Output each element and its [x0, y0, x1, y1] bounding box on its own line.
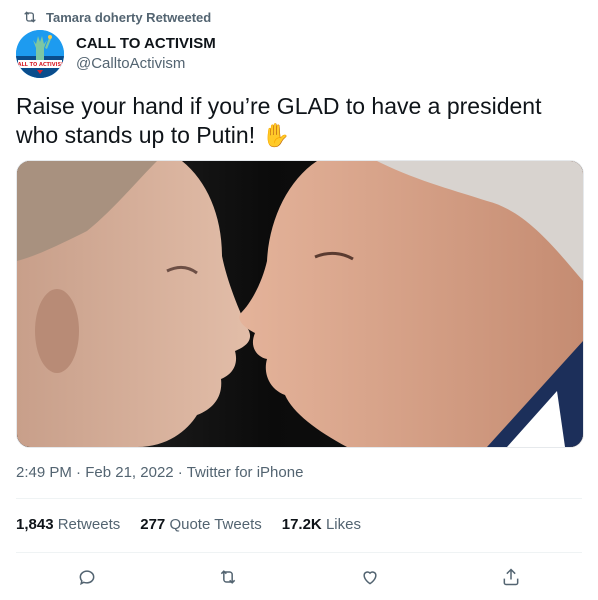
quote-tweets-label: Quote Tweets	[169, 516, 262, 533]
retweets-label: Retweets	[57, 516, 121, 533]
divider	[16, 552, 582, 553]
author-name[interactable]: CALL TO ACTIVISM	[76, 34, 216, 54]
share-icon	[503, 568, 519, 586]
like-icon	[363, 571, 377, 585]
tweet-media-photo[interactable]	[16, 160, 584, 448]
retweet-button[interactable]	[211, 560, 245, 594]
tweet-stats: 1,843 Retweets 277 Quote Tweets 17.2K Li…	[16, 516, 361, 533]
reply-button[interactable]	[70, 560, 104, 594]
author-block[interactable]: CALL TO ACTIVISM @CalltoActivism	[76, 34, 216, 74]
avatar[interactable]: CALL TO ACTIVISM	[16, 30, 64, 78]
like-button[interactable]	[353, 560, 387, 594]
retweet-context-text: Tamara doherty Retweeted	[46, 9, 212, 25]
tweet-source[interactable]: Twitter for iPhone	[187, 464, 304, 481]
likes-count: 17.2K	[281, 516, 322, 533]
likes-label: Likes	[325, 516, 361, 533]
author-handle[interactable]: @CalltoActivism	[76, 54, 216, 74]
raised-hand-emoji: ✋	[261, 122, 291, 148]
retweet-icon	[24, 11, 36, 23]
share-button[interactable]	[494, 560, 528, 594]
quote-tweets-count: 277	[140, 516, 166, 533]
photo-illustration	[17, 161, 583, 447]
statue-of-liberty-logo: CALL TO ACTIVISM	[16, 30, 64, 78]
likes-stat[interactable]: 17.2K Likes	[282, 516, 361, 533]
svg-text:CALL TO ACTIVISM: CALL TO ACTIVISM	[16, 62, 64, 68]
tweet-actions	[16, 560, 582, 594]
meta-separator: ·	[177, 464, 183, 481]
meta-separator: ·	[76, 464, 82, 481]
retweet-context[interactable]: Tamara doherty Retweeted	[22, 8, 211, 26]
quote-tweets-stat[interactable]: 277 Quote Tweets	[140, 516, 261, 533]
retweets-count: 1,843	[16, 516, 54, 533]
tweet-date[interactable]: Feb 21, 2022	[85, 464, 173, 481]
tweet-meta: 2:49 PM · Feb 21, 2022 · Twitter for iPh…	[16, 464, 303, 481]
divider	[16, 498, 582, 499]
tweet-text: Raise your hand if you’re GLAD to have a…	[16, 92, 576, 150]
retweet-icon	[221, 570, 236, 584]
retweets-stat[interactable]: 1,843 Retweets	[16, 516, 120, 533]
tweet-time[interactable]: 2:49 PM	[16, 464, 72, 481]
reply-icon	[79, 570, 95, 586]
